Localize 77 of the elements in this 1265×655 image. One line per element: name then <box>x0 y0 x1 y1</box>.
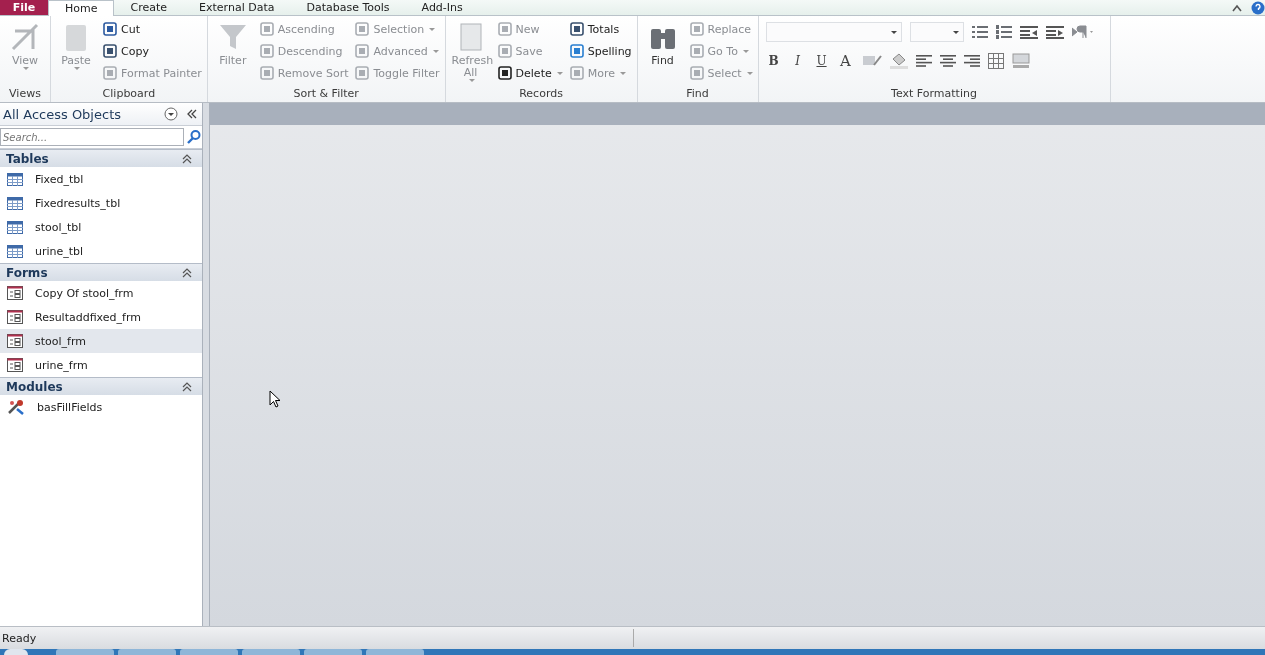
form-icon <box>7 334 23 348</box>
form-icon <box>7 358 23 372</box>
collapse-ribbon-icon[interactable] <box>1231 2 1243 13</box>
align-right-icon[interactable] <box>963 55 980 67</box>
group-label: Records <box>518 87 564 102</box>
caret-icon <box>74 67 80 70</box>
group-label: Text Formatting <box>890 87 978 102</box>
format-button[interactable]: U <box>813 54 830 68</box>
help-icon[interactable] <box>1251 0 1265 15</box>
align-center-icon[interactable] <box>939 55 956 67</box>
group-label: Find <box>685 87 710 102</box>
status-text: Ready <box>1 631 37 645</box>
caret-icon <box>746 71 753 75</box>
format-button[interactable]: B <box>765 54 782 68</box>
caret-icon <box>468 79 475 82</box>
search-field[interactable]: Search... <box>0 128 185 146</box>
navigation-item[interactable]: Copy Of stool_frm <box>0 281 202 305</box>
group-label: Sort & Filter <box>292 87 360 102</box>
module-icon <box>7 399 25 415</box>
form-icon <box>7 310 23 324</box>
group-header[interactable]: Tables <box>0 149 202 167</box>
decrease-indent-icon[interactable] <box>1019 25 1038 39</box>
row-color-icon[interactable] <box>1011 53 1030 69</box>
navigation-item[interactable]: urine_frm <box>0 353 202 377</box>
ribbon-button[interactable]: Copy <box>102 42 204 60</box>
gridlines-icon[interactable] <box>987 53 1004 69</box>
caret-icon <box>890 30 897 34</box>
caret-icon <box>23 67 29 70</box>
caret-icon <box>429 27 436 31</box>
group-header[interactable]: Modules <box>0 377 202 395</box>
ribbon-tab[interactable]: Home <box>48 0 115 16</box>
ribbon-button[interactable]: Find <box>640 19 685 87</box>
paragraph-direction-icon[interactable] <box>1071 25 1096 39</box>
align-left-icon[interactable] <box>915 55 932 67</box>
navigation-item[interactable]: basFillFields <box>0 395 202 419</box>
navigation-item[interactable]: urine_tbl <box>0 239 202 263</box>
caret-icon <box>952 30 959 34</box>
navigation-item[interactable]: Fixed_tbl <box>0 167 202 191</box>
ribbon-button[interactable]: Delete <box>496 64 565 82</box>
font-color-button[interactable]: A <box>837 52 854 70</box>
collapse-chevron-icon <box>182 381 192 392</box>
caret-icon <box>432 49 439 53</box>
navigation-item[interactable]: Resultaddfixed_frm <box>0 305 202 329</box>
group-label: Clipboard <box>101 87 157 102</box>
ribbon-tab[interactable]: Add-Ins <box>405 0 479 15</box>
form-icon <box>7 286 23 300</box>
ribbon-button[interactable]: Cut <box>102 20 204 38</box>
dropdown-circle-icon[interactable] <box>164 107 178 121</box>
collapse-chevron-icon <box>182 267 192 278</box>
caret-icon <box>620 71 626 75</box>
navigation-item[interactable]: Fixedresults_tbl <box>0 191 202 215</box>
search-icon[interactable] <box>186 129 202 145</box>
increase-indent-icon[interactable] <box>1045 25 1064 39</box>
table-icon <box>7 172 23 186</box>
file-tab[interactable]: File <box>0 0 48 15</box>
caret-icon <box>556 71 563 75</box>
navigation-item[interactable]: stool_tbl <box>0 215 202 239</box>
caret-icon <box>742 49 749 53</box>
start-button[interactable] <box>4 649 28 655</box>
group-label: Views <box>8 87 42 102</box>
mouse-pointer-icon <box>269 390 281 409</box>
table-icon <box>7 220 23 234</box>
collapse-chevron-icon <box>182 153 192 164</box>
paint-bucket-icon[interactable] <box>889 53 908 69</box>
ribbon-button[interactable]: Totals <box>568 20 634 38</box>
numbered-list-icon[interactable] <box>995 25 1012 39</box>
table-icon <box>7 196 23 210</box>
ribbon-tab[interactable]: Create <box>114 0 184 15</box>
bullet-list-icon[interactable] <box>971 25 988 39</box>
navigation-item[interactable]: stool_frm <box>0 329 202 353</box>
ribbon-button[interactable]: Spelling <box>568 42 634 60</box>
double-chevron-left-icon[interactable] <box>186 109 198 119</box>
group-header[interactable]: Forms <box>0 263 202 281</box>
ribbon-tab[interactable]: Database Tools <box>290 0 406 15</box>
format-button[interactable]: I <box>789 54 806 68</box>
ribbon-tab[interactable]: External Data <box>183 0 291 15</box>
table-icon <box>7 244 23 258</box>
